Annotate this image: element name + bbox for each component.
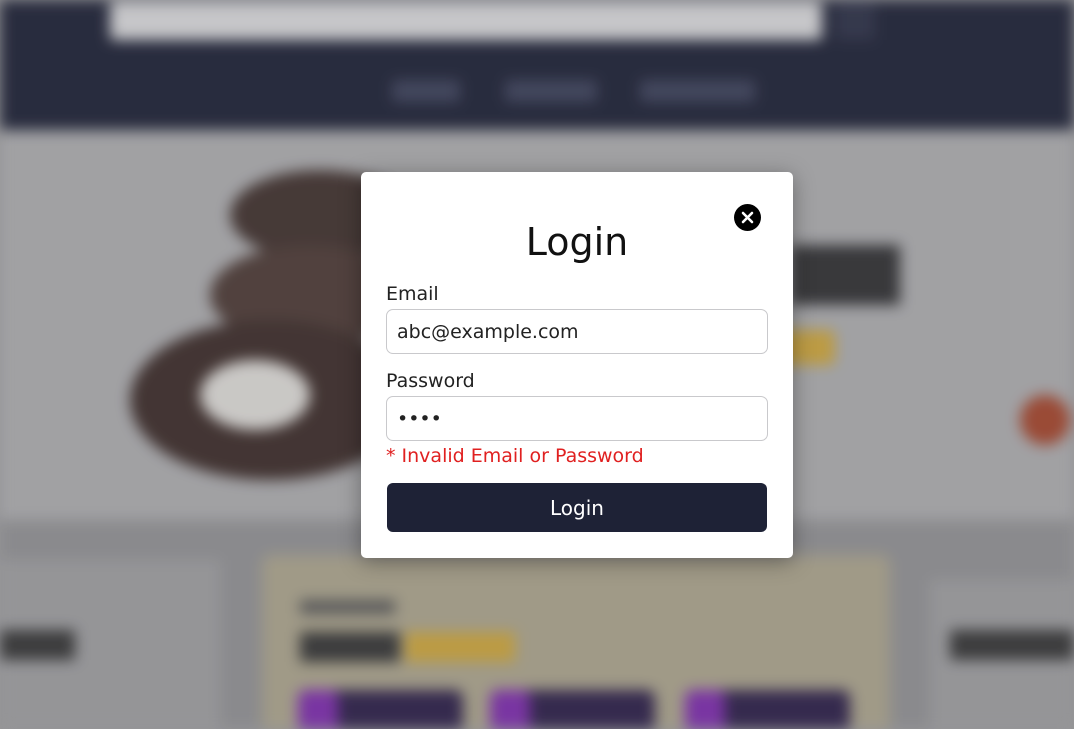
password-field[interactable] (386, 396, 768, 441)
error-message: * Invalid Email or Password (386, 445, 644, 467)
email-label: Email (386, 283, 439, 305)
email-field[interactable] (386, 309, 768, 354)
login-button[interactable]: Login (387, 483, 767, 532)
password-label: Password (386, 370, 475, 392)
modal-title: Login (525, 220, 629, 264)
login-modal: Login Email Password * Invalid Email or … (361, 172, 793, 558)
